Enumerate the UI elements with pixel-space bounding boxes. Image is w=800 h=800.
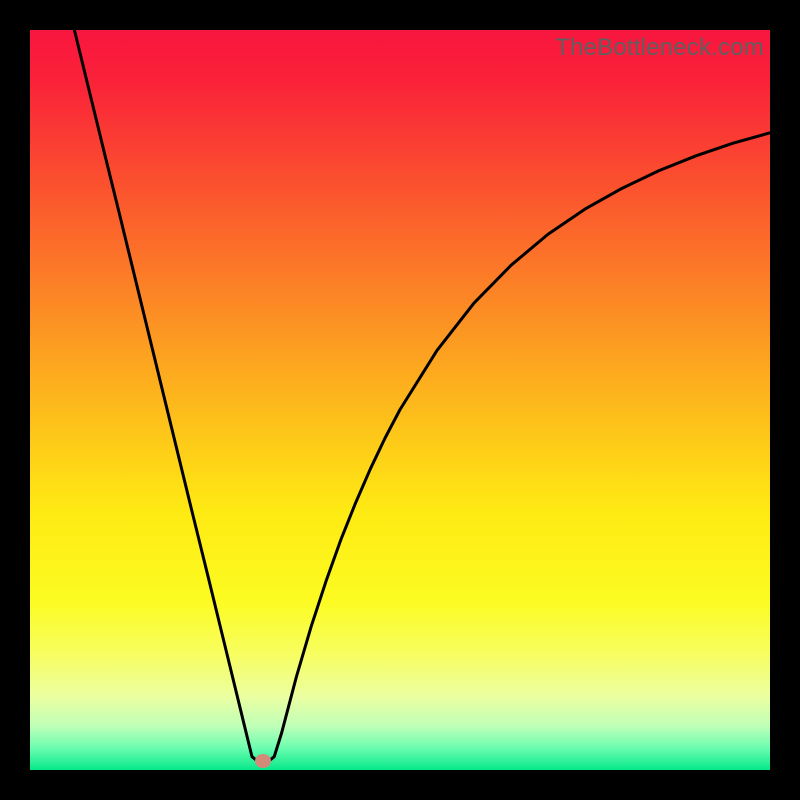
chart-frame: TheBottleneck.com	[30, 30, 770, 770]
optimal-point-marker	[255, 754, 271, 768]
bottleneck-curve	[30, 30, 770, 770]
watermark-text: TheBottleneck.com	[555, 34, 764, 62]
